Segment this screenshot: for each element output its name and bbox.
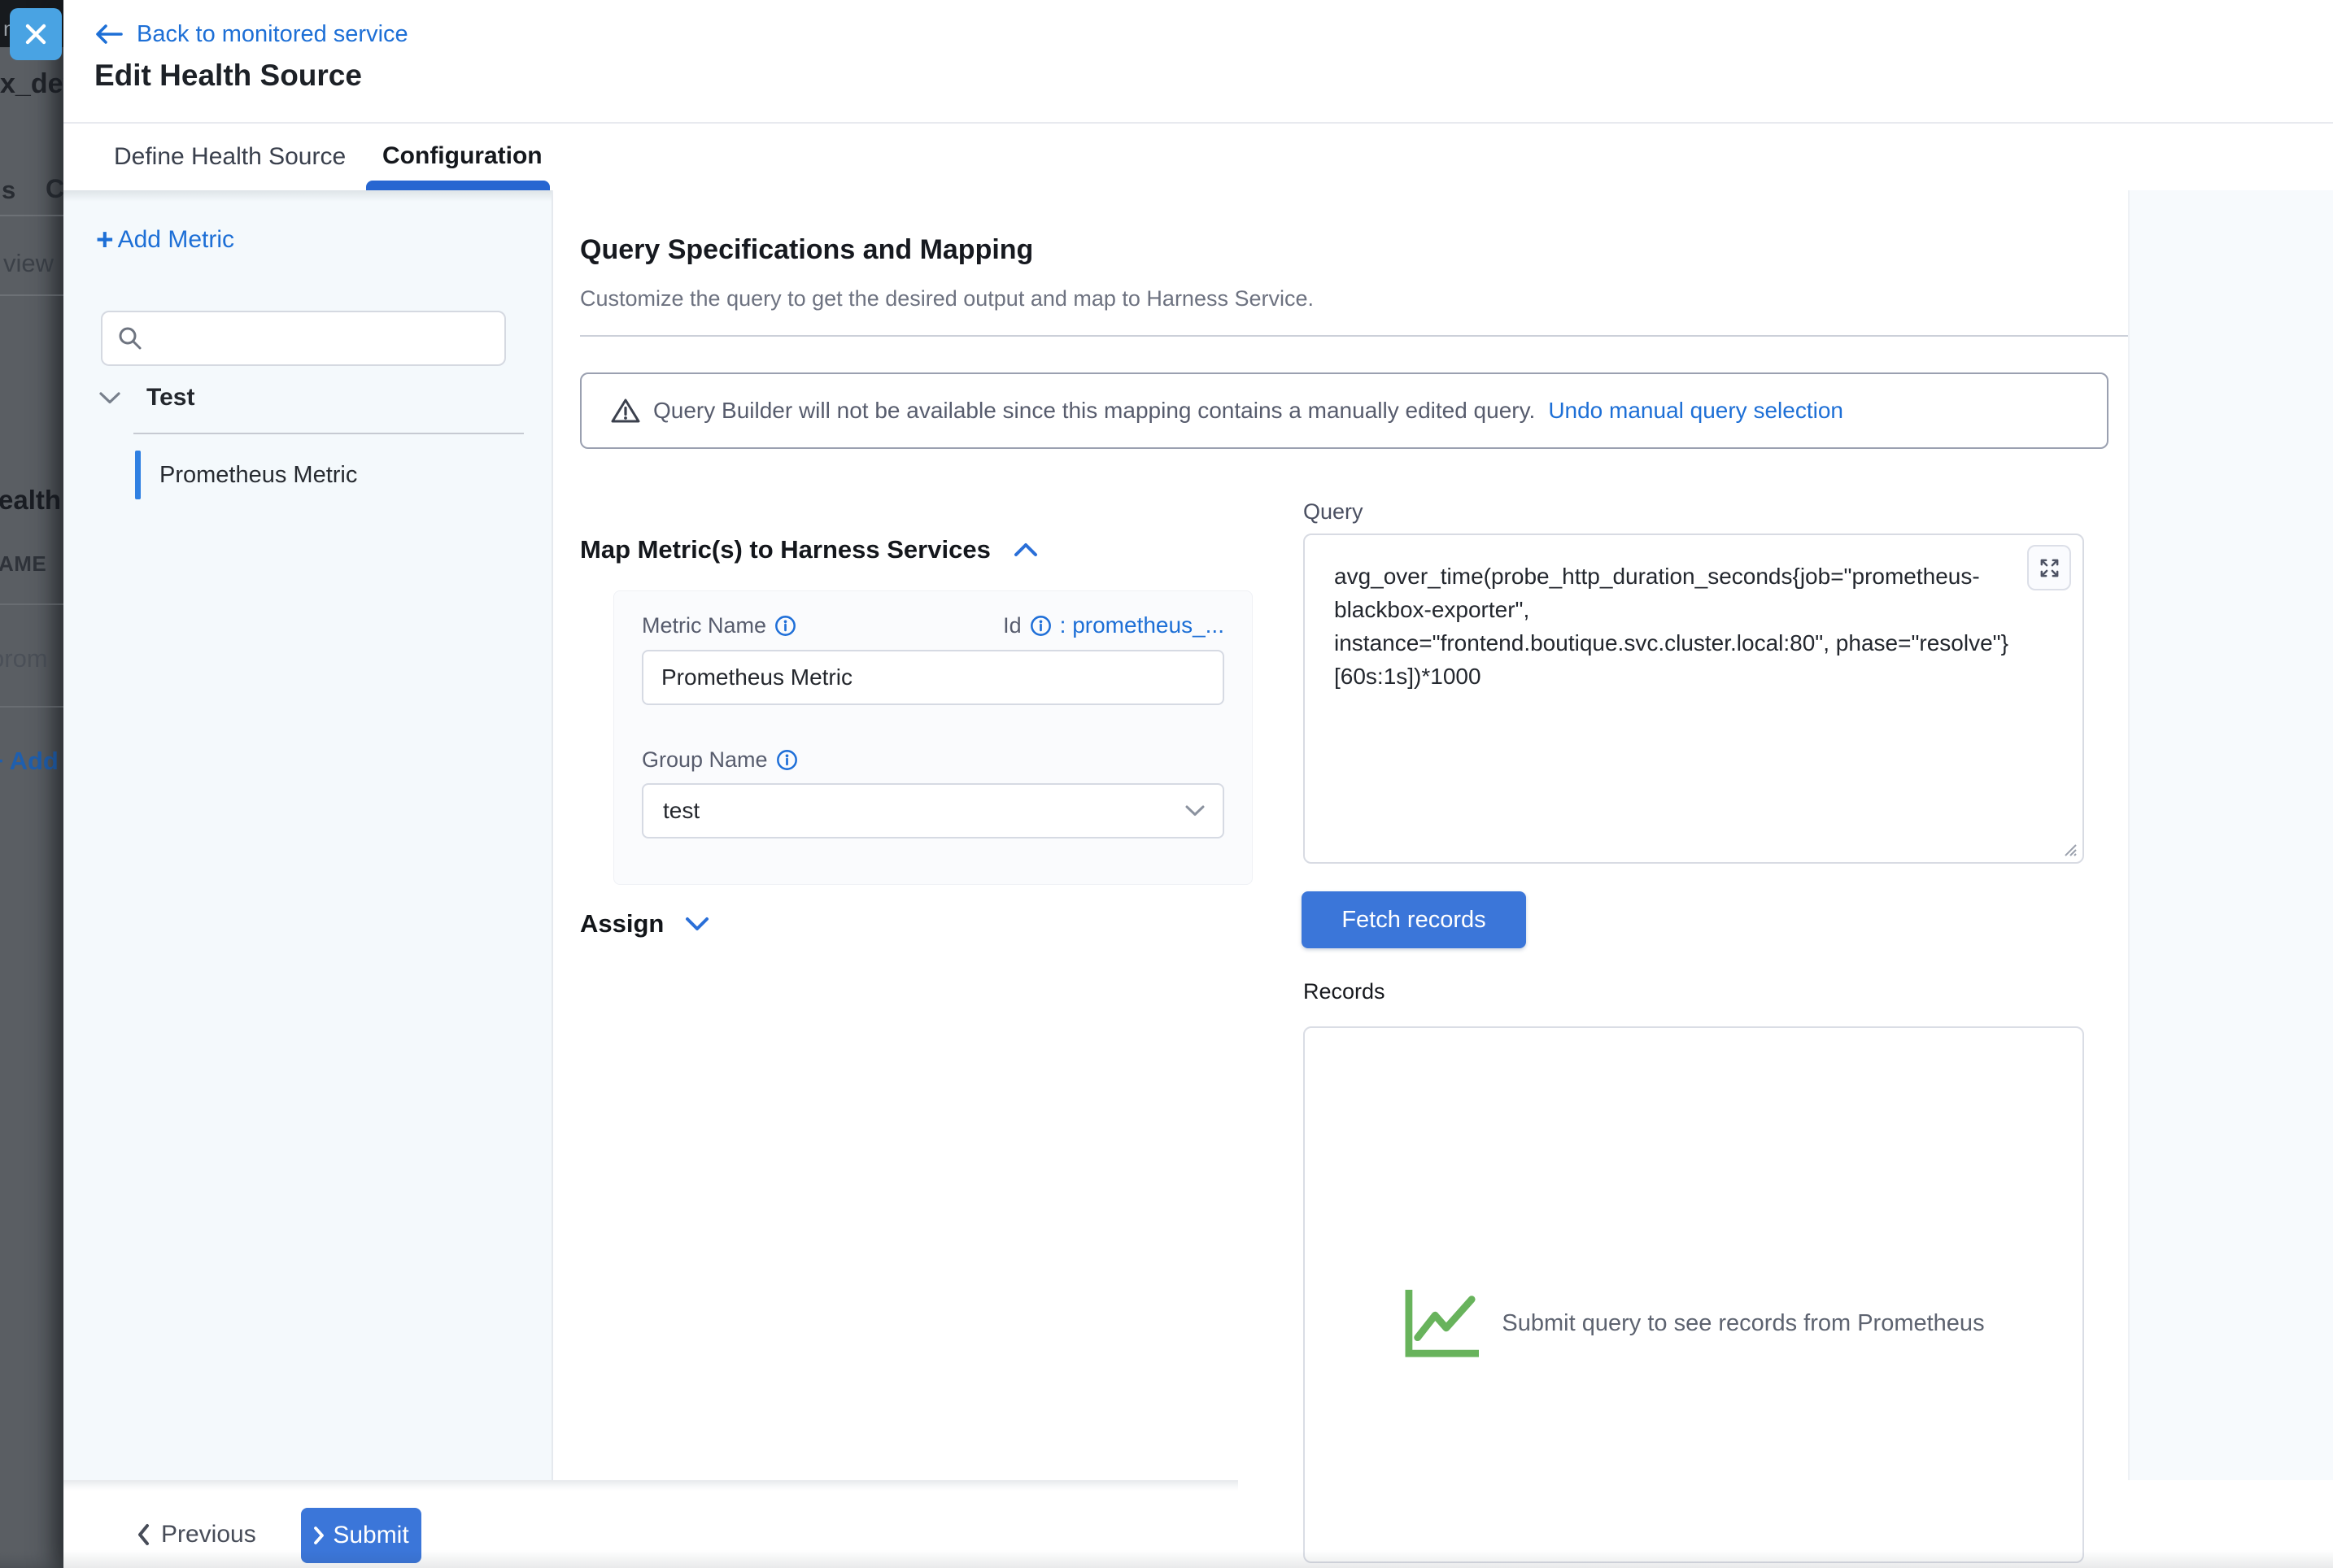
chevron-down-icon — [1185, 805, 1205, 817]
add-metric-button[interactable]: + Add Metric — [96, 224, 234, 255]
chevron-up-icon — [1014, 542, 1038, 557]
expand-query-button[interactable] — [2027, 545, 2071, 590]
edit-health-source-drawer: Back to monitored service Edit Health So… — [63, 0, 2333, 1568]
background-heading-fragment: ealth S — [0, 485, 63, 516]
warning-icon — [611, 398, 640, 424]
plus-icon: + — [96, 224, 114, 255]
metric-name-label: Metric Name — [642, 613, 766, 638]
active-tab-underline — [366, 181, 550, 190]
background-view-fragment: view — [3, 249, 54, 278]
group-divider — [133, 433, 524, 434]
fetch-records-button[interactable]: Fetch records — [1302, 891, 1526, 948]
previous-button-label: Previous — [161, 1521, 256, 1548]
close-icon — [24, 22, 48, 46]
section-divider — [580, 335, 2128, 337]
info-icon[interactable] — [776, 749, 798, 771]
page-subtitle: Customize the query to get the desired o… — [580, 286, 1314, 311]
chevron-down-icon — [99, 392, 120, 404]
submit-button-label: Submit — [333, 1522, 408, 1549]
background-page-strip: n x_dev s C view ealth S AME orom + Add — [0, 0, 63, 1568]
metric-item-label: Prometheus Metric — [159, 449, 357, 501]
drawer-title: Edit Health Source — [94, 59, 362, 93]
records-label: Records — [1303, 979, 1385, 1004]
info-icon[interactable] — [774, 615, 796, 637]
background-column-header-fragment: AME — [0, 551, 46, 577]
metric-group-toggle[interactable]: Test — [99, 384, 194, 412]
query-label: Query — [1303, 499, 1363, 525]
background-add-link-fragment: + Add — [0, 747, 59, 776]
group-name-label: Group Name — [642, 747, 768, 773]
records-empty-text: Submit query to see records from Prometh… — [1502, 1310, 1984, 1337]
background-title-fragment: x_dev — [0, 68, 63, 100]
back-link-label: Back to monitored service — [137, 21, 408, 48]
sidebar-item-prometheus-metric[interactable]: Prometheus Metric — [135, 449, 525, 501]
id-label: Id — [1003, 613, 1022, 638]
group-name-selected-value: test — [663, 798, 700, 824]
map-metrics-section-toggle[interactable]: Map Metric(s) to Harness Services — [580, 535, 1038, 564]
assign-section-title: Assign — [580, 909, 664, 939]
footer-top-shadow — [63, 1480, 1238, 1491]
back-to-monitored-service-link[interactable]: Back to monitored service — [94, 16, 408, 52]
chevron-down-icon — [685, 917, 709, 931]
page-title: Query Specifications and Mapping — [580, 234, 1033, 266]
expand-icon — [2039, 557, 2060, 579]
background-divider — [0, 215, 63, 216]
warning-text: Query Builder will not be available sinc… — [653, 398, 1535, 424]
metric-search-box — [101, 311, 506, 366]
header-divider — [63, 122, 2333, 124]
tab-define-health-source[interactable]: Define Health Source — [114, 143, 346, 171]
chevron-left-icon — [137, 1523, 150, 1546]
line-chart-icon — [1402, 1287, 1482, 1360]
submit-button[interactable]: Submit — [301, 1508, 421, 1563]
metric-name-input[interactable] — [642, 650, 1224, 705]
background-divider — [0, 603, 63, 605]
selected-indicator-bar — [135, 451, 141, 499]
right-margin-band — [2128, 190, 2333, 1480]
map-metrics-section-title: Map Metric(s) to Harness Services — [580, 535, 991, 564]
background-divider — [0, 706, 63, 708]
metric-group-label: Test — [146, 384, 194, 412]
undo-manual-query-link[interactable]: Undo manual query selection — [1548, 398, 1843, 424]
records-panel: Submit query to see records from Prometh… — [1303, 1026, 2084, 1563]
chevron-right-icon — [313, 1526, 325, 1545]
background-tab-fragment-a: s — [2, 176, 15, 205]
assign-section-toggle[interactable]: Assign — [580, 909, 709, 939]
tab-configuration[interactable]: Configuration — [382, 142, 543, 170]
metric-search-input[interactable] — [102, 312, 504, 364]
background-tab-fragment-b: C — [46, 174, 63, 204]
records-empty-state: Submit query to see records from Prometh… — [1305, 1287, 2082, 1360]
metrics-sidebar: + Add Metric Test — [63, 190, 553, 1480]
edit-health-source-page: n x_dev s C view ealth S AME orom + Add — [0, 0, 2333, 1568]
background-divider — [0, 294, 63, 296]
metric-mapping-card: Metric Name Id — [613, 590, 1253, 885]
close-drawer-button[interactable] — [10, 8, 62, 60]
search-icon — [117, 325, 143, 351]
query-editor[interactable]: avg_over_time(probe_http_duration_second… — [1303, 534, 2084, 864]
back-arrow-icon — [94, 24, 124, 45]
resize-handle[interactable] — [2059, 838, 2078, 858]
group-name-select[interactable]: test — [642, 783, 1224, 838]
query-builder-warning-banner: Query Builder will not be available sinc… — [580, 372, 2108, 449]
background-cell-fragment: orom — [0, 644, 48, 673]
previous-button[interactable]: Previous — [127, 1509, 266, 1560]
add-metric-label: Add Metric — [118, 226, 234, 254]
query-text[interactable]: avg_over_time(probe_http_duration_second… — [1334, 560, 2056, 693]
info-icon[interactable] — [1030, 615, 1052, 637]
metric-id-value-link[interactable]: : prometheus_... — [1060, 612, 1224, 638]
